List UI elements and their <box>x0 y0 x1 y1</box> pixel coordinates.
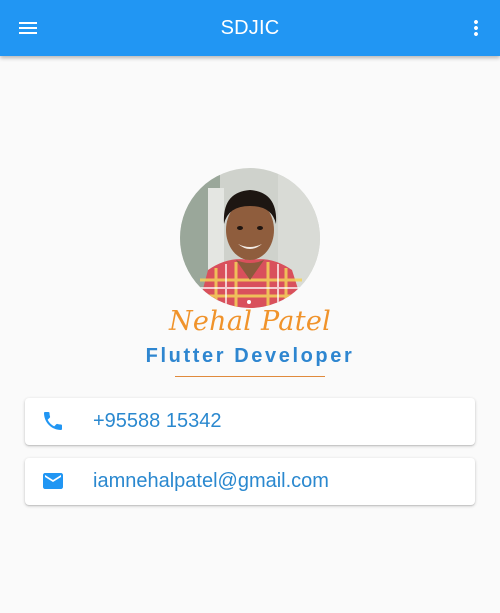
phone-number: +95588 15342 <box>93 410 222 432</box>
profile-avatar <box>180 168 320 308</box>
profile-role: Flutter Developer <box>145 345 355 367</box>
email-icon <box>43 473 63 489</box>
phone-icon <box>44 412 62 430</box>
phone-card[interactable]: +95588 15342 <box>25 398 475 445</box>
email-address: iamnehalpatel@gmail.com <box>93 470 329 492</box>
more-vert-icon <box>474 20 478 36</box>
email-card[interactable]: iamnehalpatel@gmail.com <box>25 458 475 505</box>
profile-name: Nehal Patel <box>168 306 332 337</box>
name-divider <box>175 376 325 377</box>
more-options-button[interactable] <box>456 8 496 48</box>
app-bar: SDJIC <box>0 0 500 56</box>
app-title: SDJIC <box>220 17 280 39</box>
